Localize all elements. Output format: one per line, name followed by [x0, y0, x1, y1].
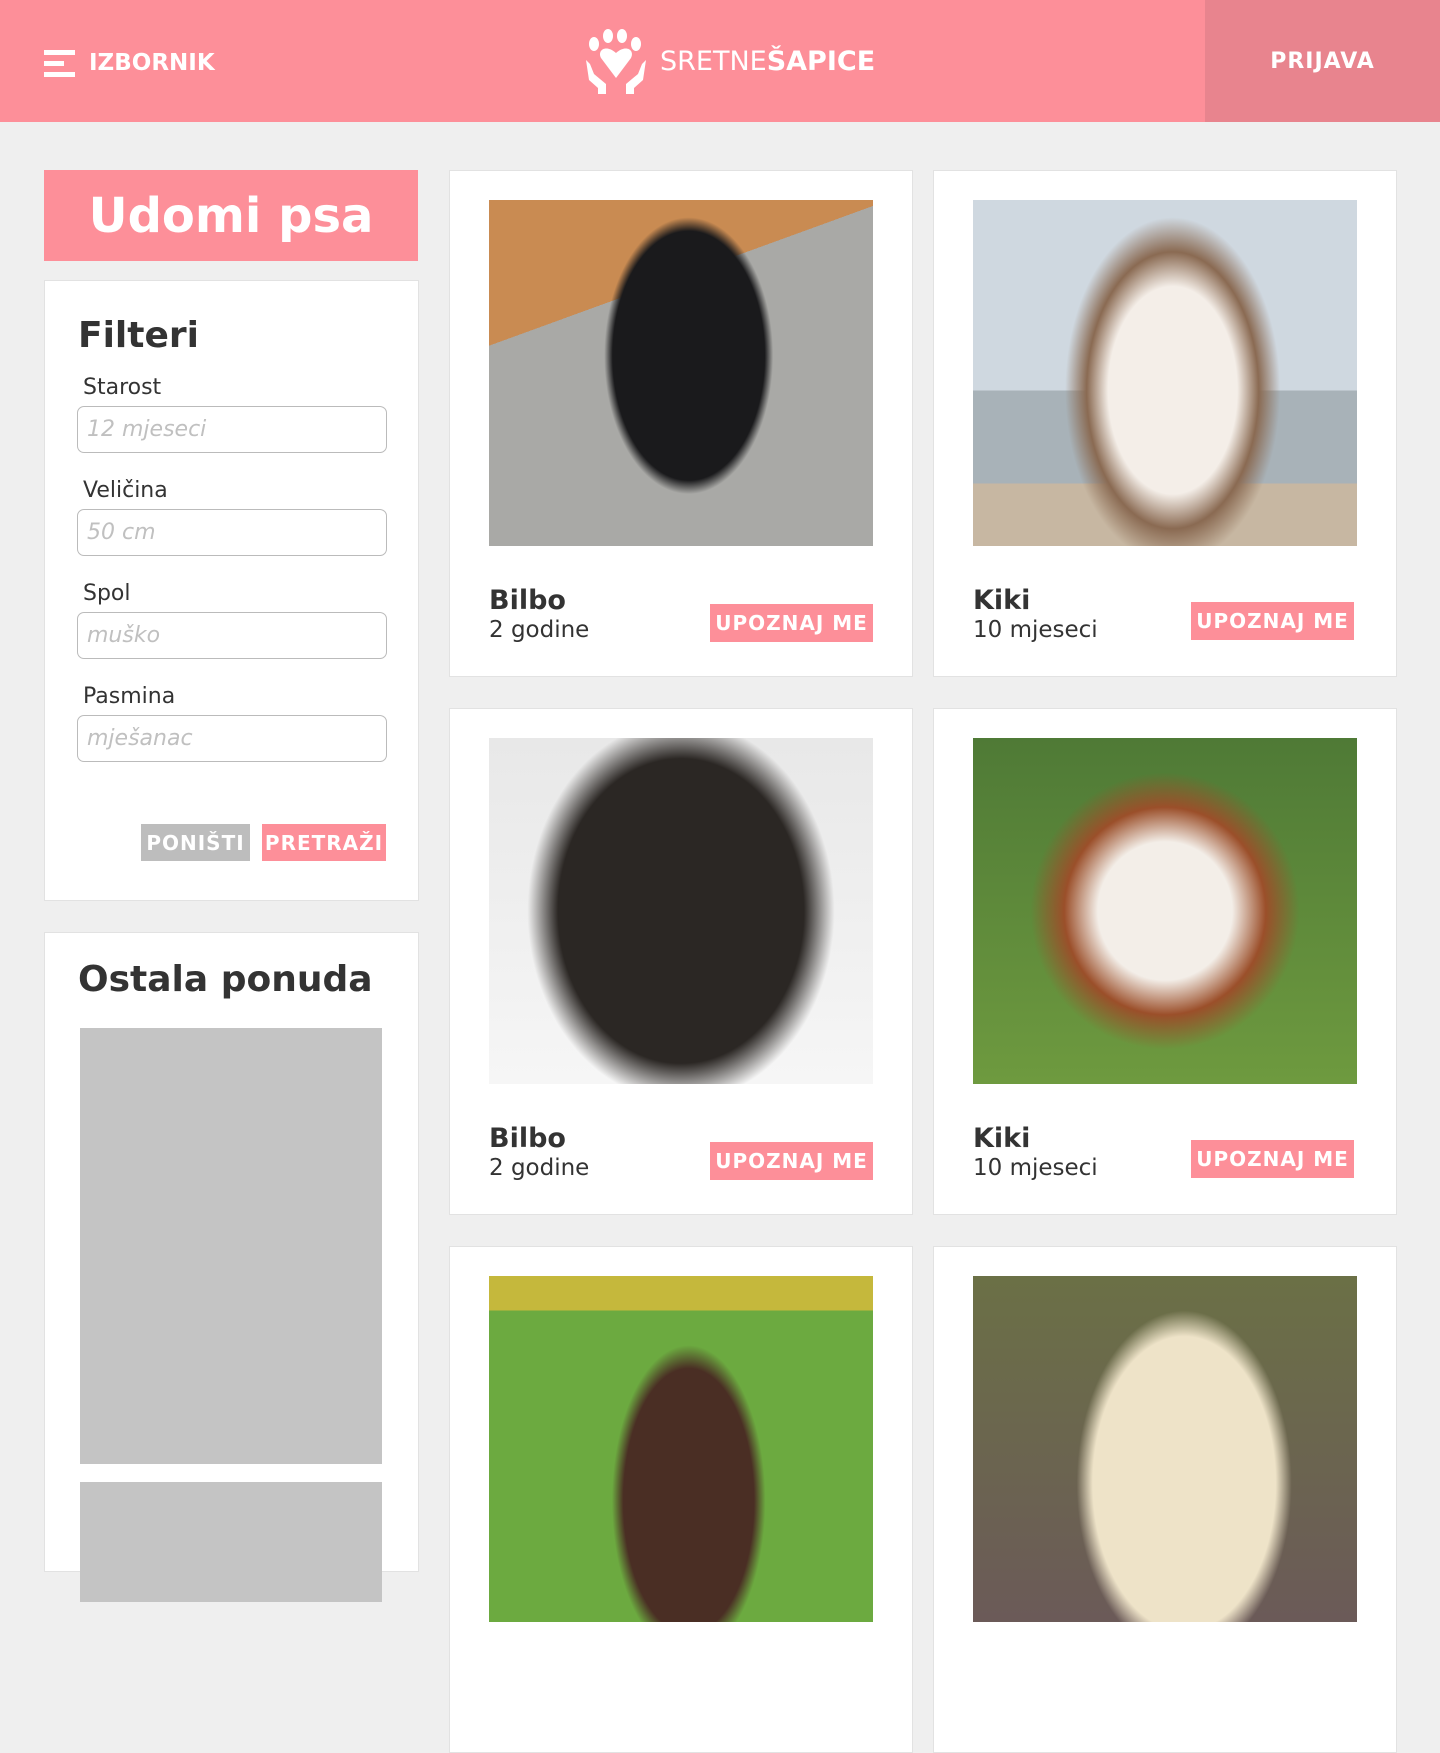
dog-photo[interactable] [489, 738, 873, 1084]
header: IZBORNIK SRETNEŠAPICE PRIJAVA [0, 0, 1440, 122]
logo-text-bold: ŠAPICE [766, 45, 876, 77]
logo-text-light: SRETNE [660, 45, 767, 77]
sex-input[interactable] [77, 612, 387, 659]
meet-me-button[interactable]: UPOZNAJ ME [1191, 602, 1354, 640]
dog-photo[interactable] [489, 1276, 873, 1622]
breed-input[interactable] [77, 715, 387, 762]
menu-button[interactable]: IZBORNIK [44, 48, 215, 78]
other-offers-panel: Ostala ponuda [44, 932, 419, 1602]
breed-label: Pasmina [83, 684, 176, 709]
size-label: Veličina [83, 478, 168, 503]
dog-photo[interactable] [973, 200, 1357, 546]
age-input[interactable] [77, 406, 387, 453]
dog-name: Bilbo [489, 585, 566, 616]
dog-card: Kiki 10 mjeseci UPOZNAJ ME [933, 170, 1397, 677]
search-button[interactable]: PRETRAŽI [262, 824, 386, 861]
menu-label: IZBORNIK [89, 50, 215, 76]
dog-card: Bilbo 2 godine UPOZNAJ ME [449, 708, 913, 1215]
dog-card [933, 1246, 1397, 1753]
dog-photo[interactable] [973, 738, 1357, 1084]
dog-name: Kiki [973, 1123, 1031, 1154]
dog-name: Bilbo [489, 1123, 566, 1154]
filters-panel: Filteri Starost Veličina Spol Pasmina PO… [44, 280, 419, 901]
login-button[interactable]: PRIJAVA [1205, 0, 1440, 122]
size-input[interactable] [77, 509, 387, 556]
dog-photo[interactable] [973, 1276, 1357, 1622]
ad-placeholder[interactable] [80, 1482, 382, 1602]
meet-me-button[interactable]: UPOZNAJ ME [710, 604, 873, 642]
hamburger-icon [44, 48, 75, 78]
page-title: Udomi psa [44, 170, 418, 261]
sex-label: Spol [83, 581, 131, 606]
dog-card [449, 1246, 913, 1753]
ad-placeholder[interactable] [80, 1028, 382, 1464]
filters-title: Filteri [78, 315, 199, 356]
meet-me-button[interactable]: UPOZNAJ ME [1191, 1140, 1354, 1178]
age-label: Starost [83, 375, 162, 400]
dog-age: 2 godine [489, 1155, 590, 1181]
dog-age: 10 mjeseci [973, 1155, 1098, 1181]
dog-card: Kiki 10 mjeseci UPOZNAJ ME [933, 708, 1397, 1215]
meet-me-button[interactable]: UPOZNAJ ME [710, 1142, 873, 1180]
dog-age: 2 godine [489, 617, 590, 643]
other-offers-title: Ostala ponuda [78, 959, 373, 1000]
dog-name: Kiki [973, 585, 1031, 616]
logo[interactable]: SRETNEŠAPICE [584, 28, 875, 94]
dog-age: 10 mjeseci [973, 617, 1098, 643]
dog-photo[interactable] [489, 200, 873, 546]
paw-hands-icon [586, 29, 646, 94]
reset-button[interactable]: PONIŠTI [141, 824, 250, 861]
dog-card: Bilbo 2 godine UPOZNAJ ME [449, 170, 913, 677]
